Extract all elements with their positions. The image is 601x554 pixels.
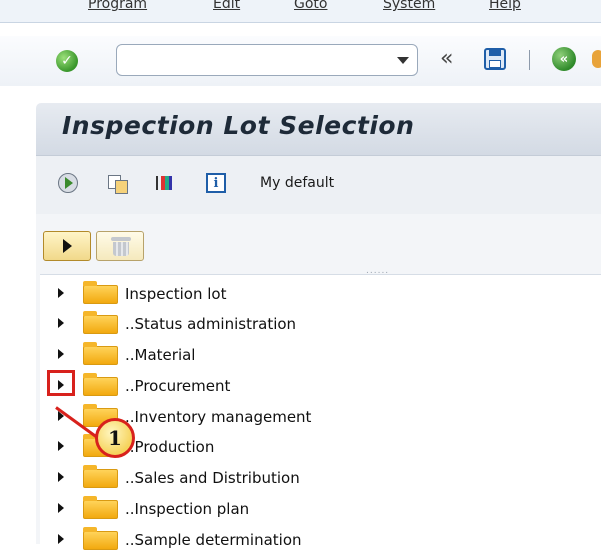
folder-icon	[83, 281, 118, 304]
caret-right-icon[interactable]	[58, 318, 64, 328]
caret-right-icon[interactable]	[58, 349, 64, 359]
tree-node-label[interactable]: Inspection lot	[125, 285, 226, 303]
tree-node[interactable]: ..Inspection plan	[40, 493, 601, 523]
menu-program[interactable]: Program	[88, 0, 147, 12]
tree-node-label[interactable]: ..Material	[125, 346, 195, 364]
menu-bar: Program Edit Goto System Help	[0, 0, 601, 23]
trash-icon[interactable]	[96, 231, 144, 261]
variant-label[interactable]: My default	[260, 175, 334, 191]
save-icon[interactable]	[484, 48, 506, 70]
exit-icon[interactable]	[592, 50, 601, 68]
tree-node-label[interactable]: ..Sales and Distribution	[125, 469, 300, 487]
execute-icon[interactable]	[58, 173, 78, 193]
menu-help[interactable]: Help	[489, 0, 521, 12]
toolbar-divider	[529, 50, 530, 70]
tree-node-label[interactable]: ..Inventory management	[125, 408, 311, 426]
caret-right-icon[interactable]	[58, 503, 64, 513]
expand-all-button[interactable]	[43, 231, 91, 261]
back-icon[interactable]: «	[552, 47, 576, 71]
tree-node-label[interactable]: ..Procurement	[125, 377, 230, 395]
page-title: Inspection Lot Selection	[62, 111, 415, 140]
tree-node[interactable]: ..Sales and Distribution	[40, 462, 601, 492]
callout-step-badge: 1	[95, 418, 135, 458]
tree-node-label[interactable]: ..Inspection plan	[125, 500, 249, 518]
folder-icon	[83, 496, 118, 519]
layout-columns-icon[interactable]	[154, 173, 174, 193]
collapse-toolbar-icon[interactable]: «	[440, 47, 453, 71]
tree-node[interactable]: Inspection lot	[40, 278, 601, 308]
command-field[interactable]	[116, 44, 418, 76]
tree-node[interactable]: ..Status administration	[40, 308, 601, 338]
callout-highlight-box	[47, 370, 75, 396]
menu-goto[interactable]: Goto	[294, 0, 327, 12]
title-bar: Inspection Lot Selection	[36, 103, 601, 156]
tree-node-label[interactable]: ..Status administration	[125, 315, 296, 333]
tree-node[interactable]: ..Sample determination	[40, 524, 601, 554]
enter-check-icon[interactable]: ✓	[56, 50, 78, 72]
caret-right-icon[interactable]	[58, 288, 64, 298]
menu-edit[interactable]: Edit	[213, 0, 240, 12]
folder-icon	[83, 342, 118, 365]
folder-icon	[83, 527, 118, 550]
info-icon[interactable]: i	[206, 173, 226, 193]
tree-node[interactable]: ..Material	[40, 339, 601, 369]
folder-icon	[83, 465, 118, 488]
copy-variant-icon[interactable]	[108, 173, 128, 194]
caret-right-icon[interactable]	[58, 472, 64, 482]
folder-icon	[83, 311, 118, 334]
folder-icon	[83, 373, 118, 396]
tree-node-label[interactable]: ..Sample determination	[125, 531, 302, 549]
chevron-down-icon[interactable]	[397, 57, 409, 64]
menu-system[interactable]: System	[383, 0, 435, 12]
tree-node[interactable]: ..Procurement	[40, 370, 601, 400]
caret-right-icon[interactable]	[58, 534, 64, 544]
caret-right-icon[interactable]	[58, 441, 64, 451]
tree-node-label[interactable]: ..Production	[125, 438, 214, 456]
selection-tree: Inspection lot ..Status administration .…	[40, 274, 601, 550]
command-input[interactable]	[123, 49, 387, 73]
